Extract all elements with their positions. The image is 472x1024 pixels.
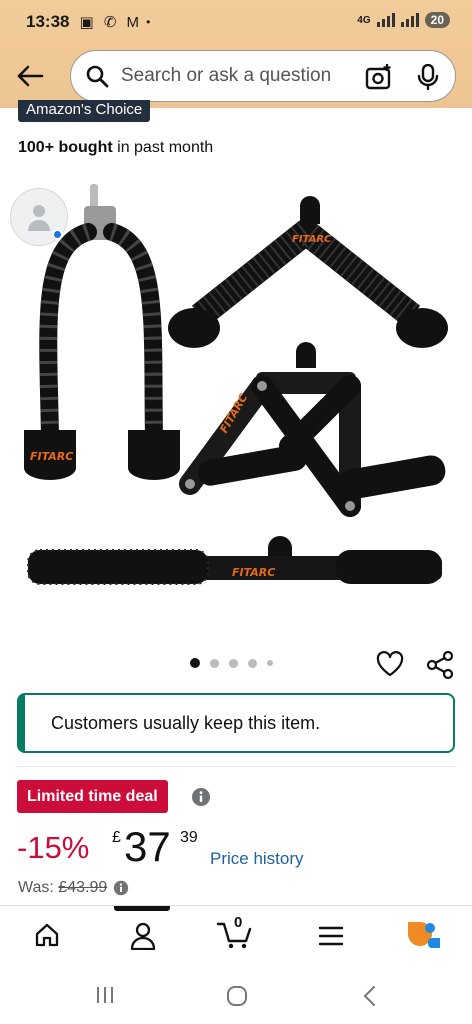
pager-dot[interactable]	[229, 658, 238, 668]
shopper-avatar[interactable]	[10, 188, 68, 246]
pager-dot[interactable]	[267, 660, 273, 666]
search-bar[interactable]: Search or ask a question	[70, 50, 456, 102]
app-header: 13:38 ▣ ✆ M • 4G 20 Search or ask a ques…	[0, 0, 472, 108]
keep-item-banner: Customers usually keep this item.	[17, 693, 455, 753]
product-image[interactable]: FITARC FITARC FITARC FITARC	[0, 176, 472, 636]
straight-bar: FITARC	[27, 536, 442, 585]
online-dot	[52, 229, 63, 240]
battery-level: 20	[424, 12, 450, 28]
bought-count: 100+ bought in past month	[18, 139, 213, 157]
camera-search-icon[interactable]	[365, 63, 393, 91]
info-icon[interactable]	[191, 787, 211, 807]
info-icon[interactable]	[113, 880, 129, 896]
person-icon	[28, 205, 50, 231]
brand-mark-rope: FITARC	[30, 450, 73, 463]
menu-icon[interactable]	[318, 925, 344, 947]
brand-mark-bar: FITARC	[232, 566, 275, 579]
status-bar: 13:38 ▣ ✆ M • 4G 20	[0, 0, 472, 44]
bought-count-rest: in past month	[112, 139, 214, 156]
bought-count-bold: 100+ bought	[18, 139, 113, 156]
price-whole: 37	[124, 823, 171, 870]
back-chevron-icon[interactable]	[362, 985, 376, 1007]
rufus-icon[interactable]	[406, 920, 442, 952]
was-price: Was: £43.99	[18, 879, 107, 897]
network-type: 4G	[357, 14, 371, 26]
status-right: 4G 20	[357, 12, 450, 28]
signal-icon-2	[400, 13, 419, 27]
was-amount: £43.99	[58, 879, 108, 896]
section-divider	[17, 766, 455, 767]
price-fraction: 39	[180, 829, 198, 846]
keep-item-text: Customers usually keep this item.	[51, 712, 321, 733]
signal-icon	[376, 13, 395, 27]
status-time: 13:38	[26, 12, 70, 31]
row-handle: FITARC	[179, 342, 446, 517]
amazons-choice-badge: Amazon's Choice	[18, 100, 151, 122]
search-placeholder: Search or ask a question	[121, 65, 332, 86]
back-button[interactable]	[12, 58, 48, 94]
image-pager[interactable]	[190, 658, 273, 668]
brand-mark-vbar: FITARC	[292, 234, 332, 245]
limited-deal-badge: Limited time deal	[17, 780, 168, 813]
v-bar-handle: FITARC	[168, 196, 448, 348]
cart-count: 0	[234, 914, 243, 931]
pager-dot[interactable]	[190, 658, 200, 668]
recent-apps-icon[interactable]	[95, 985, 115, 1005]
price-currency: £	[112, 829, 121, 846]
home-circle-icon[interactable]	[226, 985, 248, 1007]
home-icon[interactable]	[34, 922, 60, 948]
cart-button[interactable]: 0	[216, 914, 254, 955]
pager-dot[interactable]	[248, 658, 257, 668]
account-icon[interactable]	[130, 922, 156, 950]
bottom-nav: 0	[0, 905, 472, 967]
search-icon	[86, 65, 109, 88]
microphone-icon[interactable]	[417, 64, 439, 90]
heart-icon[interactable]	[376, 650, 404, 678]
share-icon[interactable]	[426, 650, 454, 680]
notification-dot: •	[146, 15, 151, 29]
active-tab-indicator	[114, 906, 170, 911]
system-nav-bar	[0, 967, 472, 1024]
discount-percent: -15%	[17, 830, 90, 865]
was-label: Was:	[18, 879, 54, 896]
notification-icons: ▣ ✆ M	[79, 14, 143, 31]
price-history-link[interactable]: Price history	[210, 849, 304, 869]
arrow-left-icon	[17, 65, 44, 87]
pager-dot[interactable]	[210, 658, 219, 668]
